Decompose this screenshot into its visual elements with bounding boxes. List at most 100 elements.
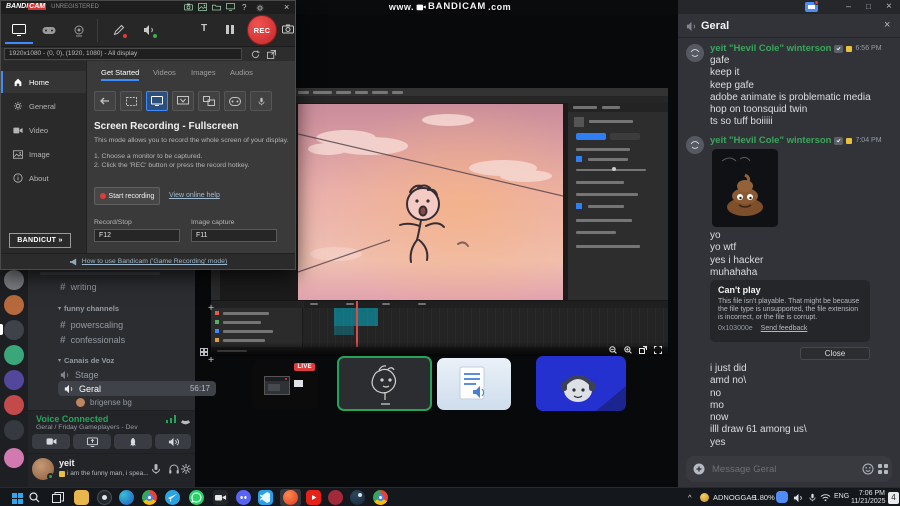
capture-camera-icon[interactable] [184, 3, 193, 11]
nav-home[interactable]: Home [1, 71, 86, 93]
nav-video[interactable]: Video [1, 119, 86, 141]
tab-images[interactable]: Images [191, 68, 216, 77]
whatsapp-icon[interactable] [189, 490, 204, 505]
activities-button[interactable] [114, 434, 152, 449]
ticker-symbol[interactable]: ADNOGGAS [713, 493, 756, 502]
nav-image[interactable]: Image [1, 143, 86, 165]
open-folder-icon[interactable] [212, 3, 221, 11]
tab-get-started[interactable]: Get Started [101, 68, 140, 81]
mode-back-button[interactable] [94, 91, 116, 111]
text-overlay-icon[interactable]: T [201, 23, 207, 34]
clock[interactable]: 7:06 PM 11/21/2025 [851, 490, 886, 506]
device-mode-tab[interactable] [65, 17, 93, 44]
server-icon[interactable] [4, 370, 24, 390]
minimize-button[interactable]: – [846, 1, 851, 11]
start-button[interactable] [4, 488, 23, 506]
stream-indicator-icon[interactable] [805, 0, 819, 12]
nav-about[interactable]: About [1, 167, 86, 189]
headphones-icon[interactable] [168, 463, 180, 475]
mode-around-mouse-button[interactable] [172, 91, 194, 111]
footer-tip-link[interactable]: How to use Bandicam ('Game Recording' mo… [82, 258, 227, 265]
emoji-icon[interactable] [862, 463, 874, 475]
avatar[interactable] [686, 44, 704, 62]
discord-taskbar-icon[interactable] [236, 490, 251, 505]
message-author[interactable]: yeit "Hevil Cole" winterson [710, 135, 831, 146]
edge-icon[interactable] [119, 490, 134, 505]
mode-audio-button[interactable] [250, 91, 272, 111]
nav-general[interactable]: General [1, 95, 86, 117]
start-recording-button[interactable]: Start recording [94, 187, 160, 205]
channel-confessionals[interactable]: # confessionals [60, 333, 212, 347]
participant-tile-avatar[interactable] [536, 356, 626, 411]
monitor-small-icon[interactable] [226, 3, 235, 11]
media-app-icon[interactable] [328, 490, 343, 505]
category-funny-channels[interactable]: ▾ funny channels + [58, 303, 214, 314]
disconnect-icon[interactable] [180, 414, 191, 425]
telegram-icon[interactable] [165, 490, 180, 505]
message-input[interactable] [712, 456, 852, 482]
mic-icon[interactable] [150, 463, 162, 475]
mode-region-button[interactable] [120, 91, 142, 111]
browser-active-icon[interactable] [283, 490, 298, 505]
screen-mode-tab[interactable] [5, 17, 33, 44]
youtube-icon[interactable] [306, 490, 321, 505]
server-icon[interactable] [4, 395, 24, 415]
maximize-button[interactable]: □ [866, 2, 871, 11]
external-window-icon[interactable] [267, 50, 276, 59]
chrome-icon[interactable] [142, 490, 157, 505]
chrome-profile-icon[interactable] [373, 490, 388, 505]
participant-tile-streamer[interactable]: LIVE [252, 360, 318, 410]
ticker-change[interactable]: -1.80% [751, 493, 775, 502]
titlebar-gear-icon[interactable] [256, 4, 264, 12]
mode-multi-monitor-button[interactable] [198, 91, 220, 111]
channel-geral-selected[interactable]: Geral 56:17 [58, 381, 216, 396]
message-author[interactable]: yeit "Hevil Cole" winterson [710, 43, 831, 54]
tray-app-icon[interactable] [776, 491, 788, 503]
mode-fullscreen-button[interactable] [146, 91, 168, 111]
attach-plus-icon[interactable] [693, 463, 705, 475]
close-button[interactable]: × [886, 1, 892, 12]
close-chat-icon[interactable]: × [884, 19, 890, 31]
server-icon[interactable] [4, 270, 24, 290]
category-voice[interactable]: ▾ Canais de Voz + [58, 355, 214, 366]
help-icon[interactable]: ? [242, 3, 246, 12]
window-close-icon[interactable]: × [284, 2, 289, 12]
obs-icon[interactable] [97, 490, 112, 505]
participant-tile-speaking[interactable] [337, 356, 432, 411]
notification-badge[interactable]: 4 [888, 491, 899, 504]
soundboard-button[interactable] [155, 434, 191, 449]
language-indicator[interactable]: ENG [834, 493, 849, 500]
snapshot-camera-icon[interactable] [282, 24, 294, 34]
search-icon[interactable] [29, 492, 40, 503]
pause-icon[interactable] [225, 24, 235, 35]
hotkey-image-input[interactable] [191, 229, 277, 242]
mode-device-button[interactable] [224, 91, 246, 111]
refresh-icon[interactable] [251, 50, 260, 59]
bandicam-taskbar-icon[interactable] [213, 490, 228, 505]
bandicut-logo[interactable]: BANDICUT » [9, 233, 71, 248]
game-mode-tab[interactable] [35, 17, 63, 44]
rec-button[interactable]: REC [247, 15, 277, 45]
volume-icon[interactable] [793, 493, 804, 503]
wifi-icon[interactable] [820, 493, 831, 502]
image-attachment-poop-drawing[interactable] [712, 149, 778, 227]
avatar[interactable] [686, 136, 704, 154]
task-view-icon[interactable] [52, 492, 64, 503]
channel-powerscaling[interactable]: # powerscaling [60, 318, 212, 332]
zoom-out-icon[interactable] [609, 345, 617, 354]
embed-close-button[interactable]: Close [800, 347, 870, 360]
hotkey-record-input[interactable] [94, 229, 180, 242]
screenshare-button[interactable] [73, 434, 111, 449]
channel-stage[interactable]: Stage [60, 368, 212, 382]
display-select[interactable]: 1920x1080 - (0, 0), (1920, 1080) - All d… [4, 48, 242, 60]
add-channel-icon[interactable]: + [208, 355, 214, 366]
server-icon[interactable] [4, 320, 24, 340]
server-icon[interactable] [4, 448, 24, 468]
capture-image-icon[interactable] [198, 3, 207, 11]
popout-icon[interactable] [639, 345, 647, 354]
zoom-in-icon[interactable] [624, 345, 632, 354]
server-icon[interactable] [4, 420, 24, 440]
steam-icon[interactable] [350, 490, 365, 505]
tray-expand-icon[interactable]: ^ [688, 493, 692, 502]
tab-audios[interactable]: Audios [230, 68, 253, 77]
